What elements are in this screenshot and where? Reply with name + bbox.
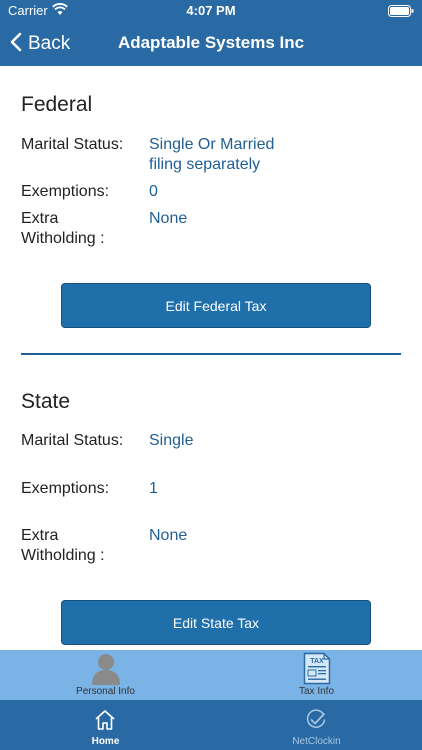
tab-personal-info-label: Personal Info — [76, 686, 135, 697]
tab-netclockin-label: NetClockin — [292, 736, 341, 747]
tab-netclockin[interactable]: NetClockin — [211, 700, 422, 750]
svg-text:TAX: TAX — [310, 658, 324, 665]
state-extra-label-line1: Extra — [21, 527, 59, 544]
federal-marital-status-label: Marital Status: — [21, 136, 124, 153]
status-bar: Carrier 4:07 PM — [0, 0, 422, 22]
federal-extra-label-line2: Witholding : — [21, 230, 105, 247]
state-extra-label-line2: Witholding : — [21, 547, 105, 564]
tab-tax-info-label: Tax Info — [298, 686, 335, 697]
federal-heading: Federal — [21, 93, 93, 116]
tab-tax-info[interactable]: TAX Tax Info — [211, 650, 422, 700]
tax-document-icon: TAX — [303, 652, 331, 690]
edit-state-tax-button[interactable]: Edit State Tax — [61, 600, 371, 645]
navigation-bar: Back Adaptable Systems Inc — [0, 22, 422, 66]
state-heading: State — [21, 390, 71, 413]
page-title: Adaptable Systems Inc — [117, 33, 305, 52]
tab-home-label: Home — [91, 736, 120, 747]
person-icon — [91, 653, 121, 690]
state-marital-status-value: Single — [149, 432, 194, 449]
edit-federal-tax-button[interactable]: Edit Federal Tax — [61, 283, 371, 328]
federal-extra-value: None — [149, 210, 188, 227]
state-marital-status-label: Marital Status: — [21, 432, 124, 449]
state-exemptions-label: Exemptions: — [21, 480, 110, 497]
federal-marital-status-value-line2: filing separately — [149, 156, 261, 173]
federal-exemptions-label: Exemptions: — [21, 183, 110, 200]
sub-tab-bar: Personal Info TAX Tax Info — [0, 650, 422, 700]
section-divider — [21, 353, 401, 355]
tab-home[interactable]: Home — [0, 700, 211, 750]
state-exemptions-value: 1 — [149, 480, 158, 497]
battery-icon — [388, 5, 414, 20]
home-icon — [94, 709, 116, 736]
federal-extra-label-line1: Extra — [21, 210, 59, 227]
federal-exemptions-value: 0 — [149, 183, 158, 200]
state-extra-value: None — [149, 527, 188, 544]
federal-marital-status-value-line1: Single Or Married — [149, 136, 275, 153]
bottom-tab-bar: Home NetClockin — [0, 700, 422, 750]
tab-personal-info[interactable]: Personal Info — [0, 650, 211, 700]
check-clock-icon — [305, 709, 327, 736]
status-time: 4:07 PM — [186, 3, 236, 18]
